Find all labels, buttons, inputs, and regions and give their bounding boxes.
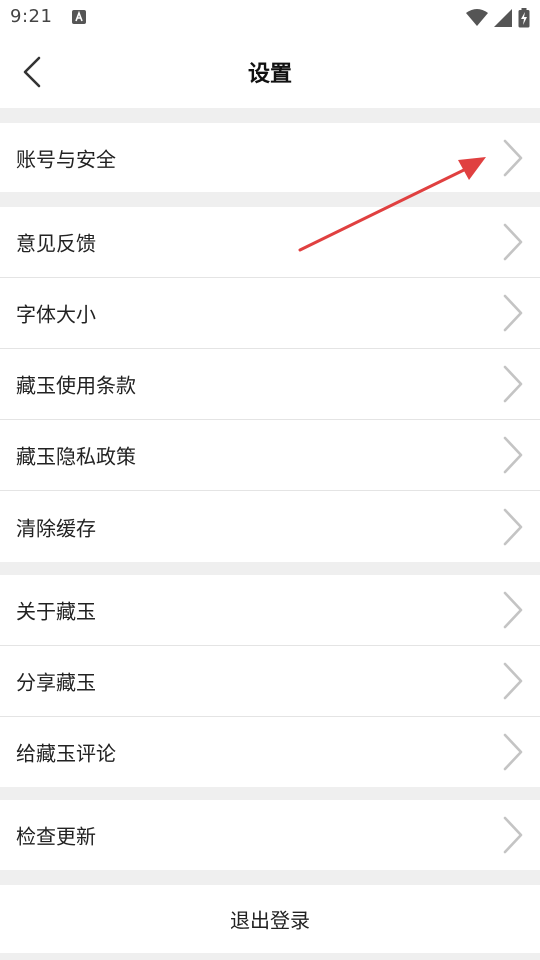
settings-item-terms[interactable]: 藏玉使用条款: [0, 349, 540, 420]
settings-item-font-size[interactable]: 字体大小: [0, 278, 540, 349]
settings-item-share[interactable]: 分享藏玉: [0, 646, 540, 717]
settings-item-label: 字体大小: [16, 302, 96, 327]
chevron-right-icon: [503, 508, 523, 545]
battery-charging-icon: [518, 8, 530, 28]
settings-item-label: 检查更新: [16, 824, 96, 849]
chevron-right-icon: [503, 139, 523, 176]
status-time: 9:21: [10, 6, 53, 27]
chevron-right-icon: [503, 223, 523, 261]
wifi-icon: [466, 9, 488, 26]
settings-item-label: 关于藏玉: [16, 599, 96, 624]
chevron-right-icon: [503, 662, 523, 700]
chevron-right-icon: [503, 816, 523, 854]
nav-bar: 设置: [0, 36, 540, 108]
settings-item-clear-cache[interactable]: 清除缓存: [0, 491, 540, 562]
settings-item-about[interactable]: 关于藏玉: [0, 575, 540, 646]
settings-item-feedback[interactable]: 意见反馈: [0, 207, 540, 278]
chevron-right-icon: [503, 436, 523, 474]
signal-icon: [494, 9, 512, 27]
settings-item-label: 分享藏玉: [16, 670, 96, 695]
settings-item-label: 藏玉使用条款: [16, 373, 136, 398]
page-title: 设置: [247, 62, 292, 87]
settings-group-about: 关于藏玉 分享藏玉 给藏玉评论: [0, 575, 540, 787]
logout-label: 退出登录: [230, 908, 310, 933]
settings-item-label: 意见反馈: [16, 231, 96, 256]
chevron-right-icon: [503, 294, 523, 332]
chevron-right-icon: [503, 733, 523, 771]
settings-group-update: 检查更新: [0, 800, 540, 870]
logout-button[interactable]: 退出登录: [0, 885, 540, 953]
settings-item-account-security[interactable]: 账号与安全: [0, 123, 540, 192]
settings-item-check-update[interactable]: 检查更新: [0, 800, 540, 870]
status-icons: [466, 7, 530, 29]
settings-group-account: 账号与安全: [0, 123, 540, 192]
settings-item-privacy[interactable]: 藏玉隐私政策: [0, 420, 540, 491]
settings-item-label: 给藏玉评论: [16, 741, 116, 766]
settings-item-label: 清除缓存: [16, 516, 96, 540]
a-notification-icon: [72, 10, 86, 24]
settings-item-label: 藏玉隐私政策: [16, 444, 136, 469]
settings-group-general: 意见反馈 字体大小 藏玉使用条款 藏玉隐私政策 清除缓存: [0, 207, 540, 562]
settings-item-review[interactable]: 给藏玉评论: [0, 717, 540, 787]
chevron-right-icon: [503, 591, 523, 629]
status-bar: 9:21: [0, 0, 540, 36]
chevron-right-icon: [503, 365, 523, 403]
settings-item-label: 账号与安全: [16, 147, 116, 171]
